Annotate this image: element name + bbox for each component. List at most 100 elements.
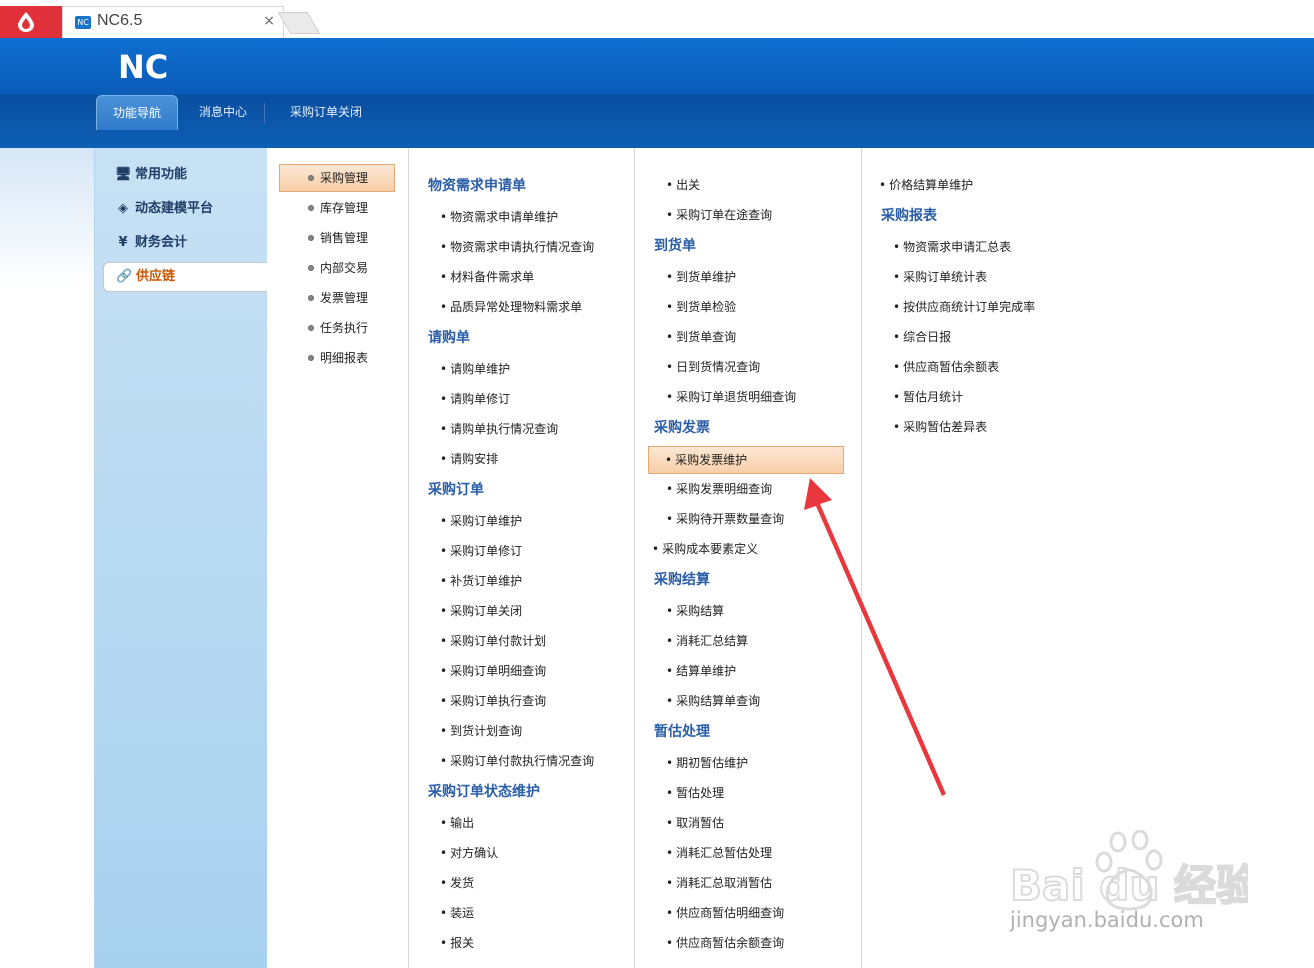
category-sales[interactable]: 销售管理 [308, 226, 368, 250]
tab-function-nav[interactable]: 功能导航 [96, 95, 179, 130]
menu-item[interactable]: 材料备件需求单 [440, 265, 534, 289]
group-heading[interactable]: 请购单 [428, 326, 470, 350]
tab-title: NC6.5 [97, 12, 143, 29]
group-heading[interactable]: 采购订单状态维护 [428, 780, 540, 804]
menu-item[interactable]: 供应商暂估余额查询 [666, 931, 784, 955]
menu-item[interactable]: 物资需求申请执行情况查询 [440, 235, 594, 259]
menu-item[interactable]: 采购订单在途查询 [666, 203, 772, 227]
menu-item[interactable]: 供应商暂估余额表 [893, 355, 999, 379]
category-list: 采购管理 库存管理 销售管理 内部交易 发票管理 任务执行 明细报表 [266, 148, 409, 968]
menu-item[interactable]: 发货 [440, 871, 474, 895]
menu-item[interactable]: 采购成本要素定义 [652, 537, 758, 561]
menu-item[interactable]: 采购待开票数量查询 [666, 507, 784, 531]
cube-icon: ◈ [118, 201, 128, 216]
menu-item[interactable]: 供应商暂估明细查询 [666, 901, 784, 925]
category-purchase[interactable]: 采购管理 [279, 164, 395, 192]
group-heading[interactable]: 采购发票 [654, 416, 710, 440]
group-heading[interactable]: 采购订单 [428, 478, 484, 502]
menu-item[interactable]: 期初暂估维护 [666, 751, 748, 775]
menu-item[interactable]: 结算单维护 [666, 659, 736, 683]
monitor-icon: 🖥 [115, 167, 132, 182]
menu-item[interactable]: 采购结算 [666, 599, 724, 623]
sidebar-item-common[interactable]: 🖥 常用功能 [115, 162, 187, 188]
menu-item[interactable]: 综合日报 [893, 325, 951, 349]
menu-item[interactable]: 采购订单统计表 [893, 265, 987, 289]
category-internal-trade[interactable]: 内部交易 [308, 256, 368, 280]
nc-logo: NC [118, 50, 168, 82]
menu-item[interactable]: 对方确认 [440, 841, 498, 865]
menu-item[interactable]: 价格结算单维护 [879, 173, 973, 197]
menu-item[interactable]: 采购订单付款计划 [440, 629, 546, 653]
menu-item[interactable]: 报关 [440, 931, 474, 955]
sidebar-item-label: 供应链 [136, 269, 176, 284]
browser-tabstrip: NC NC6.5 × [0, 0, 1314, 38]
new-tab-button[interactable] [277, 12, 321, 34]
menu-item[interactable]: 请购单维护 [440, 357, 510, 381]
nav-bar: 功能导航 消息中心 采购订单关闭 [0, 95, 1314, 148]
browser-logo[interactable] [0, 6, 78, 38]
menu-item[interactable]: 请购单修订 [440, 387, 510, 411]
menu-column-2: 出关 采购订单在途查询 到货单 到货单维护 到货单检验 到货单查询 日到货情况查… [634, 148, 862, 968]
yen-icon: ¥ [118, 235, 128, 250]
sidebar-item-label: 财务会计 [135, 235, 188, 250]
category-inventory[interactable]: 库存管理 [308, 196, 368, 220]
menu-item[interactable]: 按供应商统计订单完成率 [893, 295, 1035, 319]
menu-item[interactable]: 采购订单付款执行情况查询 [440, 749, 594, 773]
menu-item[interactable]: 消耗汇总取消暂估 [666, 871, 772, 895]
menu-item[interactable]: 采购订单明细查询 [440, 659, 546, 683]
menu-item[interactable]: 采购订单执行查询 [440, 689, 546, 713]
svg-text:Bai du 经验: Bai du 经验 [1010, 861, 1248, 910]
menu-item[interactable]: 采购订单修订 [440, 539, 522, 563]
header-banner: NC [0, 38, 1314, 95]
menu-item[interactable]: 物资需求申请单维护 [440, 205, 558, 229]
svg-text:NC: NC [118, 50, 168, 82]
menu-item[interactable]: 请购安排 [440, 447, 498, 471]
link-icon: 🔗 [116, 269, 133, 284]
menu-item[interactable]: 到货单检验 [666, 295, 736, 319]
menu-item[interactable]: 消耗汇总暂估处理 [666, 841, 772, 865]
group-heading[interactable]: 采购结算 [654, 568, 710, 592]
sidebar-item-finance[interactable]: ¥ 财务会计 [115, 230, 187, 256]
menu-item[interactable]: 补货订单维护 [440, 569, 522, 593]
menu-item[interactable]: 到货单维护 [666, 265, 736, 289]
menu-item[interactable]: 暂估月统计 [893, 385, 963, 409]
menu-item[interactable]: 采购发票明细查询 [666, 477, 772, 501]
category-task[interactable]: 任务执行 [308, 316, 368, 340]
group-heading[interactable]: 物资需求申请单 [428, 174, 526, 198]
menu-item[interactable]: 到货计划查询 [440, 719, 522, 743]
menu-item[interactable]: 日到货情况查询 [666, 355, 760, 379]
nc-favicon-icon: NC [75, 16, 91, 29]
nav-separator [264, 103, 265, 123]
menu-item[interactable]: 物资需求申请汇总表 [893, 235, 1011, 259]
tab-message-center[interactable]: 消息中心 [183, 95, 263, 129]
group-heading[interactable]: 暂估处理 [654, 720, 710, 744]
sidebar-item-supply-chain[interactable]: 🔗 供应链 [103, 262, 267, 292]
tab-close-icon[interactable]: × [263, 13, 275, 29]
left-glow [0, 148, 95, 288]
menu-item[interactable]: 采购暂估差异表 [893, 415, 987, 439]
menu-item[interactable]: 请购单执行情况查询 [440, 417, 558, 441]
sidebar-item-modeling[interactable]: ◈ 动态建模平台 [115, 196, 213, 222]
browser-tab[interactable]: NC NC6.5 × [62, 6, 284, 38]
category-invoice[interactable]: 发票管理 [308, 286, 368, 310]
menu-item[interactable]: 取消暂估 [666, 811, 724, 835]
menu-item[interactable]: 装运 [440, 901, 474, 925]
tab-po-close[interactable]: 采购订单关闭 [274, 95, 378, 129]
menu-item[interactable]: 输出 [440, 811, 474, 835]
menu-item[interactable]: 采购订单退货明细查询 [666, 385, 796, 409]
menu-column-1: 物资需求申请单 物资需求申请单维护 物资需求申请执行情况查询 材料备件需求单 品… [408, 148, 635, 968]
menu-item[interactable]: 消耗汇总结算 [666, 629, 748, 653]
sidebar: 🖥 常用功能 ◈ 动态建模平台 ¥ 财务会计 🔗 供应链 [94, 148, 267, 968]
group-heading[interactable]: 采购报表 [881, 204, 937, 228]
menu-item[interactable]: 暂估处理 [666, 781, 724, 805]
menu-item[interactable]: 采购订单维护 [440, 509, 522, 533]
menu-item[interactable]: 出关 [666, 173, 700, 197]
menu-item-selected[interactable]: 采购发票维护 [648, 446, 844, 474]
menu-item[interactable]: 采购订单关闭 [440, 599, 522, 623]
menu-item[interactable]: 采购结算单查询 [666, 689, 760, 713]
menu-item[interactable]: 到货单查询 [666, 325, 736, 349]
app-header: NC 功能导航 消息中心 采购订单关闭 [0, 38, 1314, 148]
menu-item[interactable]: 品质异常处理物料需求单 [440, 295, 582, 319]
category-detail-report[interactable]: 明细报表 [308, 346, 368, 370]
group-heading[interactable]: 到货单 [654, 234, 696, 258]
